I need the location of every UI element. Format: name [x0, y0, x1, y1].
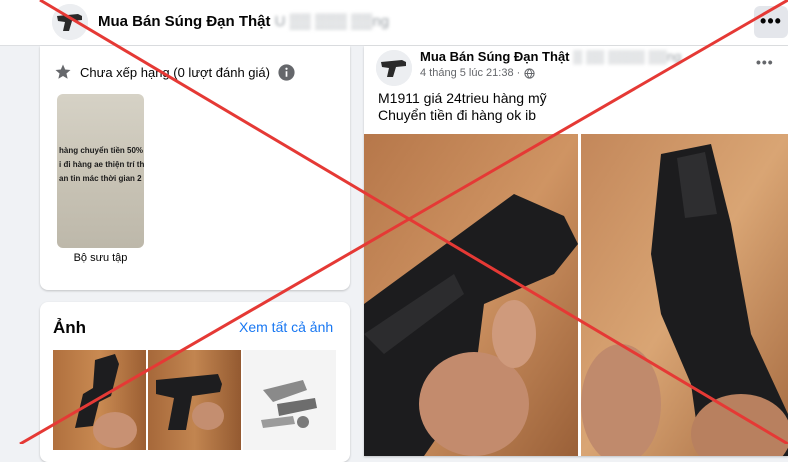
- thumbnail-text: an tin mác thời gian 2 bê: [59, 174, 144, 183]
- photo-thumbnail[interactable]: [243, 350, 336, 450]
- info-icon[interactable]: [278, 63, 295, 81]
- post-timestamp[interactable]: 4 tháng 5 lúc 21:38 ·: [420, 67, 535, 79]
- page-title[interactable]: Mua Bán Súng Đạn Thật U ▒▒ ▒▒▒ ▒▒ng: [98, 13, 389, 30]
- post-photo-right[interactable]: [581, 134, 788, 456]
- obscured-text: U ▒▒ ▒▒▒ ▒▒ng: [274, 13, 390, 30]
- globe-icon: [524, 67, 535, 79]
- post-card: Mua Bán Súng Đạn Thật ▒ ▒▒ ▒▒▒▒ ▒▒ng 4 t…: [364, 46, 788, 456]
- more-options-button[interactable]: •••: [754, 6, 788, 38]
- post-text-line: Chuyển tiền đi hàng ok ib: [378, 107, 536, 123]
- pistol-logo-icon: [52, 4, 88, 40]
- post-author-name[interactable]: Mua Bán Súng Đạn Thật ▒ ▒▒ ▒▒▒▒ ▒▒ng: [420, 49, 681, 64]
- photo-thumbnail[interactable]: [148, 350, 241, 450]
- gun-parts-photo-image: [243, 350, 336, 450]
- pistol-logo-icon: [376, 50, 412, 86]
- photo-thumbnail[interactable]: [53, 350, 146, 450]
- page-info-card: Chưa xếp hạng (0 lượt đánh giá) hàng chu…: [40, 46, 350, 290]
- photos-card: Ảnh Xem tất cả ảnh: [40, 302, 350, 462]
- page-avatar[interactable]: [52, 4, 88, 40]
- page-header-bar: Mua Bán Súng Đạn Thật U ▒▒ ▒▒▒ ▒▒ng •••: [0, 0, 788, 46]
- thumbnail-text: hàng chuyển tiền 50%: [59, 146, 144, 155]
- rating-text: Chưa xếp hạng (0 lượt đánh giá): [80, 64, 270, 80]
- post-options-button[interactable]: •••: [756, 54, 774, 70]
- pistol-photo-image: [364, 134, 578, 456]
- see-all-photos-link[interactable]: Xem tất cả ảnh: [239, 319, 333, 335]
- star-icon: [55, 64, 71, 79]
- pistol-photo-image: [53, 350, 146, 450]
- obscured-text: ▒ ▒▒ ▒▒▒▒ ▒▒ng: [573, 49, 682, 64]
- post-author-avatar[interactable]: [376, 50, 412, 86]
- photos-title: Ảnh: [53, 318, 87, 337]
- collection-thumbnail[interactable]: hàng chuyển tiền 50% i đi hàng ae thiện …: [57, 94, 144, 248]
- post-text-line: M1911 giá 24trieu hàng mỹ: [378, 90, 547, 106]
- rating-row: Chưa xếp hạng (0 lượt đánh giá): [54, 63, 295, 81]
- post-text: M1911 giá 24trieu hàng mỹ Chuyển tiền đi…: [378, 90, 547, 124]
- thumbnail-text: i đi hàng ae thiện trí thì: [59, 160, 144, 169]
- pistol-photo-image: [581, 134, 788, 456]
- pistol-photo-image: [148, 350, 241, 450]
- post-photo-left[interactable]: [364, 134, 578, 456]
- collection-label[interactable]: Bộ sưu tập: [57, 252, 144, 264]
